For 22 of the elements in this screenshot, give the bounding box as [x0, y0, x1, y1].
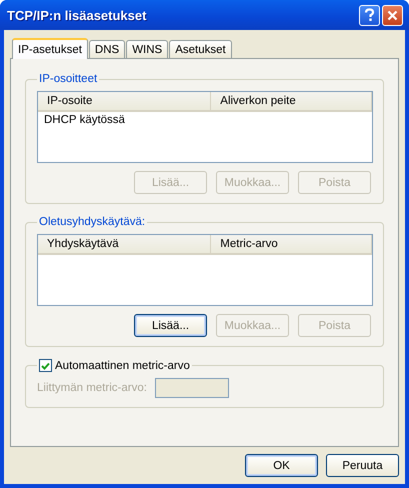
- tab[interactable]: Asetukset: [169, 40, 232, 58]
- tab[interactable]: WINS: [126, 40, 168, 58]
- dialog-button[interactable]: Peruuta: [326, 454, 399, 477]
- dialog-button[interactable]: Lisää...: [134, 314, 207, 337]
- column-header[interactable]: Aliverkon peite: [211, 92, 372, 110]
- tab[interactable]: DNS: [88, 40, 126, 58]
- list-cell-text: DHCP käytössä: [43, 113, 126, 128]
- close-icon[interactable]: [382, 4, 403, 26]
- column-header[interactable]: Yhdyskäytävä: [38, 235, 212, 253]
- dialog-button[interactable]: OK: [245, 454, 318, 477]
- checkbox-label[interactable]: Automaattinen metric-arvo: [55, 360, 190, 372]
- help-icon[interactable]: [359, 4, 380, 26]
- checkbox[interactable]: [39, 359, 52, 372]
- list-view[interactable]: Yhdyskäytävä Metric-arvo: [37, 234, 373, 306]
- window-title: TCP/IP:n lisäasetukset: [7, 8, 148, 22]
- group-label: Oletusyhdyskäytävä:: [38, 216, 146, 228]
- column-header[interactable]: Metric-arvo: [211, 235, 372, 253]
- group-label: IP-osoitteet: [38, 73, 98, 85]
- field-label: Liittymän metric-arvo:: [37, 382, 147, 394]
- column-header[interactable]: IP-osoite: [38, 92, 212, 110]
- tab[interactable]: IP-asetukset: [12, 38, 88, 59]
- list-view[interactable]: IP-osoite Aliverkon peite DHCP käytössä: [37, 91, 373, 163]
